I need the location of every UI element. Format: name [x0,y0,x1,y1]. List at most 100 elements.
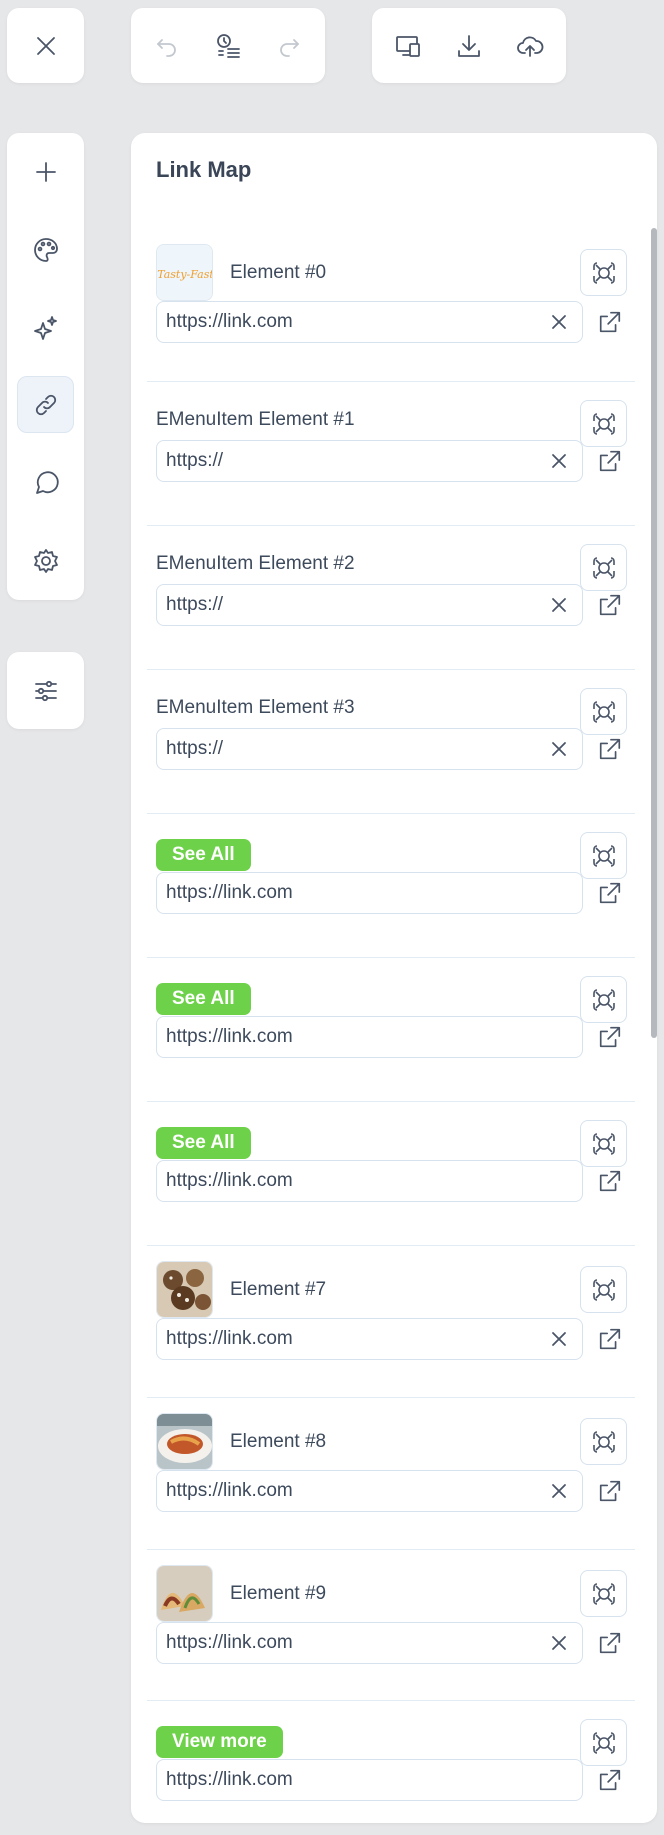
url-input[interactable] [157,1327,542,1351]
open-link-button[interactable] [593,1474,627,1508]
element-label: Element #8 [230,1430,327,1452]
preview-devices-icon [396,36,420,57]
clear-url-button[interactable] [542,1474,576,1508]
palette-icon [33,237,58,262]
undo-button[interactable] [145,24,189,68]
url-input[interactable] [157,1025,582,1049]
clear-url-button[interactable] [542,305,576,339]
adjustments-button[interactable] [7,652,84,729]
url-field [156,1318,583,1360]
locate-element-button[interactable] [580,1120,627,1167]
link-icon [35,394,56,415]
link-target: EMenuItem Element #1 [156,409,355,431]
locate-element-button[interactable] [580,688,627,735]
element-label: EMenuItem Element #3 [156,697,355,718]
food-photo [157,1262,212,1317]
locate-element-button[interactable] [580,1266,627,1313]
close-icon [552,454,566,468]
close-icon [552,1636,566,1650]
open-link-button[interactable] [593,732,627,766]
open-link-button[interactable] [593,305,627,339]
target-icon [592,556,615,579]
locate-element-button[interactable] [580,544,627,591]
open-link-button[interactable] [593,876,627,910]
url-input[interactable] [157,1768,582,1792]
clear-url-button[interactable] [542,1322,576,1356]
comment-icon [35,470,59,494]
url-field [156,301,583,343]
locate-element-button[interactable] [580,832,627,879]
locate-element-button[interactable] [580,1418,627,1465]
locate-element-button[interactable] [580,976,627,1023]
scrollbar[interactable] [651,228,657,1038]
close-icon [552,598,566,612]
element-thumbnail: Tasty-Fast [156,244,213,301]
upload-button[interactable] [508,24,552,68]
food-photo [157,1414,212,1469]
clear-url-button[interactable] [542,444,576,478]
url-field [156,440,583,482]
link-row: EMenuItem Element #2 [147,525,635,670]
open-link-button[interactable] [593,1322,627,1356]
locate-element-button[interactable] [580,1719,627,1766]
url-field [156,1759,583,1801]
link-target: See All [156,839,251,871]
url-input[interactable] [157,1631,542,1655]
close-card [7,8,84,83]
history-button[interactable] [206,24,250,68]
url-input[interactable] [157,1169,582,1193]
sidebar-item-ai[interactable] [17,299,74,356]
open-link-button[interactable] [593,1763,627,1797]
url-field [156,728,583,770]
locate-element-button[interactable] [580,249,627,296]
sidebar-item-settings[interactable] [17,532,74,589]
food-photo [157,1566,212,1621]
sidebar-item-theme[interactable] [17,221,74,278]
url-input[interactable] [157,1479,542,1503]
url-input[interactable] [157,593,542,617]
open-link-button[interactable] [593,1020,627,1054]
undo-icon [157,39,176,57]
plus-icon [35,161,56,182]
url-input[interactable] [157,449,542,473]
target-icon [592,1430,615,1453]
sparkles-icon [33,315,57,340]
panel-title: Link Map [156,157,252,182]
download-button[interactable] [447,24,491,68]
preview-button[interactable] [386,24,430,68]
url-field [156,872,583,914]
locate-element-button[interactable] [580,400,627,447]
url-input[interactable] [157,310,542,334]
download-icon [458,35,480,57]
link-row: Element #7 [147,1245,635,1398]
link-row: See All [147,957,635,1102]
clear-url-button[interactable] [542,1626,576,1660]
sidebar-item-comments[interactable] [17,454,74,511]
url-input[interactable] [157,737,542,761]
element-button-preview: View more [156,1726,283,1758]
open-link-button[interactable] [593,1164,627,1198]
target-icon [592,988,615,1011]
link-target: EMenuItem Element #2 [156,553,355,575]
element-thumbnail [156,1565,213,1622]
link-row: View more [147,1700,635,1823]
sidebar-item-add[interactable] [17,143,74,200]
sliders-icon [34,680,57,701]
locate-element-button[interactable] [580,1570,627,1617]
open-link-button[interactable] [593,588,627,622]
open-link-button[interactable] [593,1626,627,1660]
history-toolbar [131,8,325,83]
url-input[interactable] [157,881,582,905]
redo-button[interactable] [267,24,311,68]
close-button[interactable] [7,8,84,83]
element-thumbnail [156,1413,213,1470]
sidebar-item-links[interactable] [17,376,74,433]
close-icon [36,36,55,55]
close-icon [552,1484,566,1498]
link-target: View more [156,1726,283,1758]
open-link-button[interactable] [593,444,627,478]
clear-url-button[interactable] [542,588,576,622]
link-row: Element #8 [147,1397,635,1550]
clear-url-button[interactable] [542,732,576,766]
external-link-icon [599,1026,621,1048]
